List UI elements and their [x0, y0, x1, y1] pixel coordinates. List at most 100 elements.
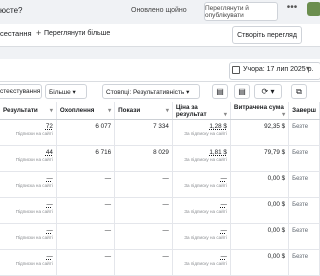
divider-band [0, 47, 320, 59]
cell-amount-spent: 0,00 $ [230, 197, 290, 224]
results-value[interactable]: 44 [3, 149, 53, 156]
results-value[interactable]: — [3, 253, 53, 260]
results-value[interactable]: — [3, 227, 53, 234]
cpr-value[interactable]: — [176, 227, 227, 234]
ab-test-button[interactable]: стеєстування [0, 84, 42, 99]
reach-value: — [104, 253, 112, 260]
spent-value: 0,00 $ [267, 201, 286, 208]
cell-ends: Безте [288, 145, 320, 172]
calendar-icon [232, 66, 240, 74]
cell-cost-per-result: 1,28 $ За підписку на сайті [172, 119, 231, 146]
cell-amount-spent: 92,35 $ [230, 119, 290, 146]
header-cost-per-result[interactable]: Ціна за результат ▾ [172, 102, 231, 120]
cpr-value[interactable]: 1,81 $ [176, 149, 227, 156]
cell-impressions: 8 029 [114, 145, 173, 172]
cell-reach: 6 077 [56, 119, 116, 146]
cell-amount-spent: 0,00 $ [230, 171, 290, 198]
header-impressions[interactable]: Покази ▾ [114, 102, 173, 120]
cpr-value[interactable]: — [176, 175, 227, 182]
spent-value: 92,35 $ [264, 123, 286, 130]
spent-value: 0,00 $ [267, 253, 286, 260]
results-subtitle: Підписки на сайті [15, 235, 53, 240]
columns-dropdown[interactable]: Стовпці: Результативність ▾ [102, 84, 200, 99]
breakdown-icon[interactable]: ▤ [212, 84, 228, 99]
reach-value: — [104, 175, 112, 182]
export-icon[interactable]: ⟳ ▾ [254, 84, 282, 99]
table-row[interactable]: — Підписки на сайті — — — За підписку на сайт… [0, 223, 320, 250]
header-amount-spent[interactable]: Витрачена сума ▾ [230, 102, 290, 120]
cell-ends: Безте [288, 119, 320, 146]
table-row[interactable]: 44 Підписки на сайті 6 716 8 029 1,81 $ За пі… [0, 145, 320, 172]
cell-impressions: — [114, 249, 173, 276]
results-subtitle: Підписки на сайті [15, 157, 53, 162]
more-options-icon[interactable]: ••• [285, 3, 299, 16]
review-publish-button[interactable]: Переглянути й опублікувати [204, 2, 278, 21]
cell-ends: Безте [288, 171, 320, 198]
avatar[interactable] [307, 2, 320, 16]
cell-impressions: — [114, 171, 173, 198]
results-value[interactable]: — [3, 175, 53, 182]
reach-value: 6 077 [95, 123, 112, 130]
table-row[interactable]: — Підписки на сайті — — — За підписку на сайт… [0, 249, 320, 276]
cpr-subtitle: За підписку на сайті [184, 209, 227, 214]
more-dropdown[interactable]: Більше ▾ [45, 84, 87, 99]
reach-value: 6 716 [95, 149, 112, 156]
cell-reach: — [56, 223, 116, 250]
cell-cost-per-result: — За підписку на сайті [172, 197, 231, 224]
cell-impressions: — [114, 223, 173, 250]
view-more-link[interactable]: Переглянути більше [44, 30, 110, 37]
ads-table: Результати ▾ Охоплення ▾ Покази ▾ Ціна за р… [0, 102, 320, 276]
header-reach[interactable]: Охоплення ▾ [56, 102, 116, 120]
cpr-subtitle: За підписку на сайті [184, 183, 227, 188]
updated-status: Оновлено щойно [131, 7, 187, 14]
results-value[interactable]: — [3, 201, 53, 208]
cell-amount-spent: 0,00 $ [230, 249, 290, 276]
toolbar-divider [0, 81, 320, 82]
impressions-value: — [162, 227, 169, 234]
plus-icon[interactable]: + [36, 28, 41, 38]
table-row[interactable]: — Підписки на сайті — — — За підписку на сайт… [0, 197, 320, 224]
table-header-row: Результати ▾ Охоплення ▾ Покази ▾ Ціна за р… [0, 102, 320, 120]
create-view-button[interactable]: Створіть перегляд [232, 26, 302, 44]
cell-ends: Безте [288, 249, 320, 276]
cell-reach: — [56, 171, 116, 198]
spent-value: 0,00 $ [267, 175, 286, 182]
spent-value: 79,79 $ [264, 149, 286, 156]
cell-results: 72 Підписки на сайті [0, 119, 57, 146]
reach-value: — [104, 227, 112, 234]
cell-cost-per-result: — За підписку на сайті [172, 223, 231, 250]
cpr-value[interactable]: — [176, 253, 227, 260]
cell-reach: 6 716 [56, 145, 116, 172]
cpr-subtitle: За підписку на сайті [184, 157, 227, 162]
spent-value: 0,00 $ [267, 227, 286, 234]
date-range-label: Учора: 17 лип 2025 р. [243, 66, 314, 73]
reach-value: — [104, 201, 112, 208]
cell-reach: — [56, 197, 116, 224]
table-row[interactable]: — Підписка на сайті — — — За підписку на сайт… [0, 171, 320, 198]
reports-icon[interactable]: ▤ [234, 84, 250, 99]
impressions-value: — [162, 253, 169, 260]
cell-results: — Підписки на сайті [0, 249, 57, 276]
header-ends[interactable]: Заверш [288, 102, 320, 120]
impressions-value: — [162, 201, 169, 208]
tab-fragment[interactable]: сестання [0, 29, 32, 38]
cpr-value[interactable]: 1,28 $ [176, 123, 227, 130]
cpr-subtitle: За підписку на сайті [184, 131, 227, 136]
header-results[interactable]: Результати ▾ [0, 102, 57, 120]
campaign-title-fragment: юсте? [0, 6, 23, 15]
results-value[interactable]: 72 [3, 123, 53, 130]
impressions-value: — [162, 175, 169, 182]
results-subtitle: Підписки на сайті [15, 261, 53, 266]
results-subtitle: Підписка на сайті [15, 183, 53, 188]
chart-toggle-icon[interactable]: ⧉ [291, 84, 307, 99]
impressions-value: 7 334 [153, 123, 169, 130]
cell-cost-per-result: — За підписку на сайті [172, 171, 231, 198]
cpr-subtitle: За підписку на сайті [184, 235, 227, 240]
table-row[interactable]: 72 Підписки на сайті 6 077 7 334 1,28 $ За пі… [0, 119, 320, 146]
cell-results: 44 Підписки на сайті [0, 145, 57, 172]
cell-ends: Безте [288, 223, 320, 250]
cell-results: — Підписка на сайті [0, 171, 57, 198]
cell-reach: — [56, 249, 116, 276]
cell-amount-spent: 79,79 $ [230, 145, 290, 172]
cpr-value[interactable]: — [176, 201, 227, 208]
